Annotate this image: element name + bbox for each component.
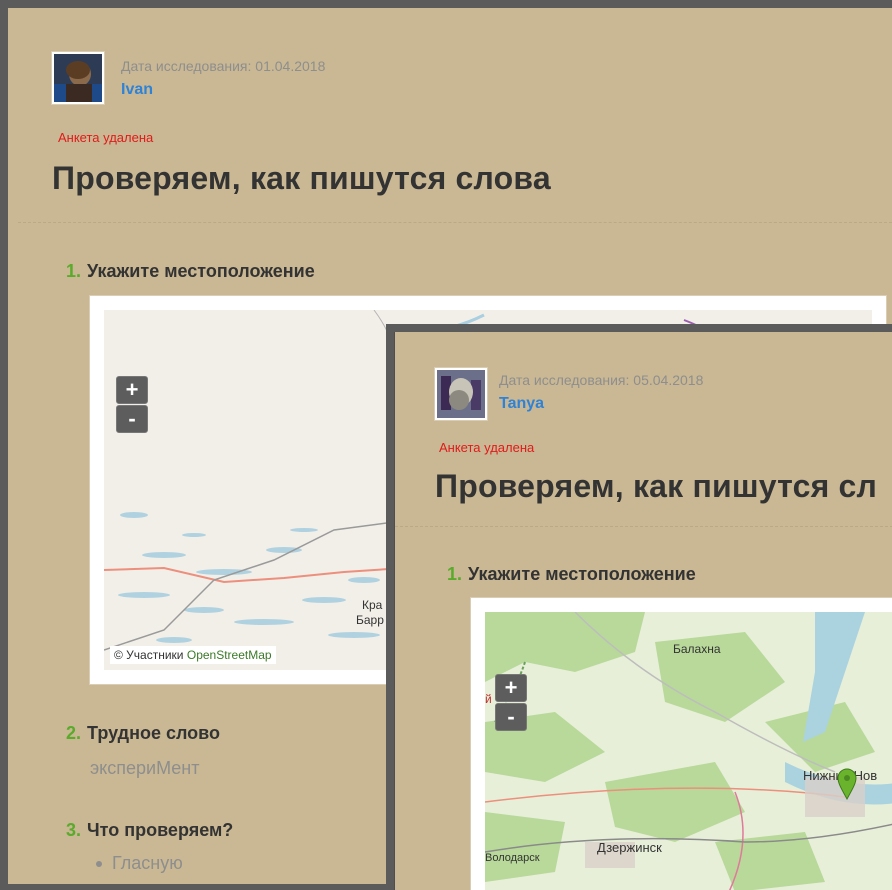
- map-label: Володарск: [485, 852, 540, 864]
- avatar[interactable]: [435, 368, 487, 420]
- answer-list-item: Гласную: [96, 853, 183, 874]
- map-view[interactable]: + - Балахна Нижний Нов Дзержинск Володар…: [485, 612, 892, 890]
- bullet-icon: [96, 861, 102, 868]
- zoom-in-button[interactable]: +: [116, 376, 148, 404]
- divider: [18, 222, 892, 223]
- answer-text: экспериМент: [90, 758, 200, 778]
- answer-option: Гласную: [112, 853, 183, 873]
- avatar[interactable]: [52, 52, 104, 104]
- map-attribution: © Участники OpenStreetMap: [110, 646, 276, 664]
- avatar-photo-icon: [54, 54, 102, 102]
- question-text: Трудное слово: [87, 723, 220, 743]
- question-number: 1.: [447, 564, 463, 584]
- map-container: + - Балахна Нижний Нов Дзержинск Володар…: [471, 598, 892, 890]
- deleted-status: Анкета удалена: [58, 130, 154, 145]
- map-marker-icon[interactable]: [837, 768, 857, 800]
- question-number: 2.: [66, 723, 82, 743]
- zoom-out-button[interactable]: -: [495, 703, 527, 731]
- page-title: Проверяем, как пишутся сл: [435, 468, 878, 504]
- avatar-photo-icon: [437, 370, 485, 418]
- research-date: Дата исследования: 05.04.2018: [499, 372, 704, 388]
- question-1: 1. Укажите местоположение: [447, 564, 696, 585]
- question-2: 2. Трудное слово: [66, 723, 220, 744]
- zoom-out-button[interactable]: -: [116, 405, 148, 433]
- result-card-tanya: Дата исследования: 05.04.2018 Tanya Анке…: [394, 332, 892, 890]
- question-text: Укажите местоположение: [468, 564, 696, 584]
- map-label: Дзержинск: [597, 840, 662, 855]
- question-text: Что проверяем?: [87, 820, 234, 840]
- research-date: Дата исследования: 01.04.2018: [121, 58, 326, 74]
- user-link[interactable]: Ivan: [121, 81, 153, 99]
- zoom-in-button[interactable]: +: [495, 674, 527, 702]
- question-1: 1. Укажите местоположение: [66, 261, 315, 282]
- map-label: й: [485, 692, 492, 706]
- zoom-controls: + -: [495, 674, 527, 732]
- attribution-text: © Участники: [114, 648, 184, 662]
- openstreetmap-link[interactable]: OpenStreetMap: [187, 648, 272, 662]
- divider: [395, 526, 892, 527]
- map-label: Барр: [356, 613, 384, 627]
- deleted-status: Анкета удалена: [439, 440, 535, 455]
- question-number: 3.: [66, 820, 82, 840]
- map-label: Балахна: [673, 642, 721, 656]
- user-link[interactable]: Tanya: [499, 395, 544, 413]
- question-3: 3. Что проверяем?: [66, 820, 233, 841]
- map-label: Кра: [362, 598, 383, 612]
- question-number: 1.: [66, 261, 82, 281]
- question-text: Укажите местоположение: [87, 261, 315, 281]
- page-title: Проверяем, как пишутся слова: [52, 160, 551, 196]
- zoom-controls: + -: [116, 376, 148, 434]
